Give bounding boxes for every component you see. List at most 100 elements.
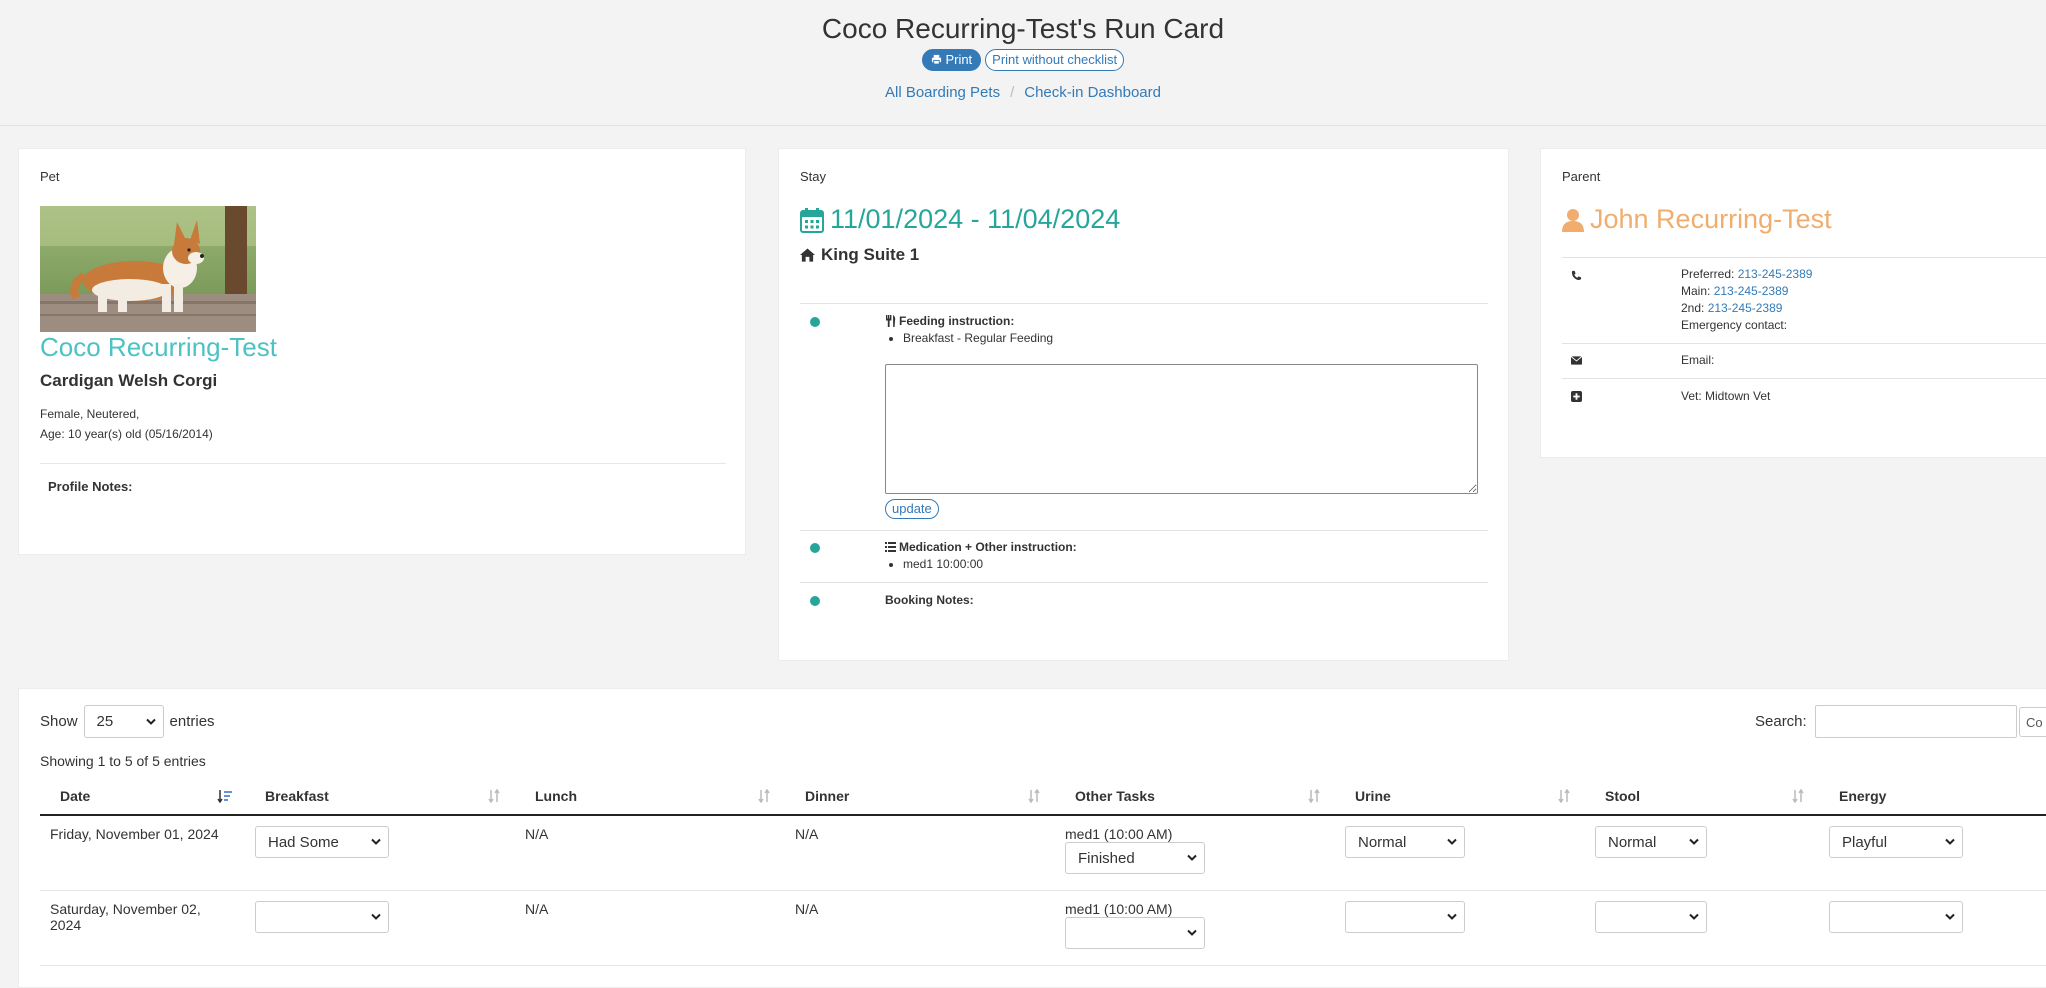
stool-select[interactable] <box>1595 900 1707 933</box>
sort-icon <box>1308 788 1320 803</box>
home-icon <box>800 248 815 262</box>
stay-section-label: Stay <box>800 169 827 184</box>
sort-icon <box>758 788 770 803</box>
print-button[interactable]: Print <box>921 49 982 71</box>
breadcrumb-checkin-dashboard[interactable]: Check-in Dashboard <box>1024 84 1161 101</box>
urine-cell: Normal <box>1335 815 1585 891</box>
user-icon <box>1562 208 1584 232</box>
column-header-energy[interactable]: Energy <box>1819 777 2046 816</box>
copy-button[interactable]: Co <box>2019 707 2046 737</box>
urine-select[interactable] <box>1345 900 1465 933</box>
emergency-contact-row: Emergency contact: <box>1681 318 1788 332</box>
pet-card: Pet Coco Recurring-Test Cardigan Welsh C… <box>18 148 746 555</box>
page-title: Coco Recurring-Test's Run Card <box>821 13 1225 44</box>
dinner-cell: N/A <box>785 890 1055 966</box>
main-phone-link[interactable]: 213-245-2389 <box>1714 284 1789 298</box>
medication-status-dot <box>810 543 820 553</box>
divider <box>800 582 1488 583</box>
stool-select[interactable]: Normal <box>1595 826 1707 858</box>
energy-cell <box>1819 890 2046 966</box>
divider <box>1562 343 2046 344</box>
vet-row: Vet: Midtown Vet <box>1681 389 1771 403</box>
urine-select[interactable]: Normal <box>1345 826 1465 858</box>
divider <box>1562 257 2046 258</box>
breadcrumb: All Boarding Pets / Check-in Dashboard <box>0 84 2046 101</box>
calendar-icon <box>800 207 824 233</box>
task-status-select[interactable]: Finished <box>1065 842 1205 874</box>
parent-section-label: Parent <box>1562 169 1601 184</box>
column-header-urine[interactable]: Urine <box>1335 777 1585 816</box>
print-without-checklist-button[interactable]: Print without checklist <box>985 49 1125 71</box>
medication-list: med1 10:00:00 <box>885 557 983 571</box>
medication-instruction-title: Medication + Other instruction: <box>885 540 1077 554</box>
sort-icon <box>488 788 500 803</box>
daily-log-card: Show 25 entries Search: Co Showing 1 to … <box>18 688 2046 988</box>
update-button[interactable]: update <box>885 499 939 519</box>
column-header-other-tasks[interactable]: Other Tasks <box>1055 777 1335 816</box>
preferred-phone-link[interactable]: 213-245-2389 <box>1738 267 1813 281</box>
phone-icon <box>1569 268 1583 282</box>
booking-notes-label: Booking Notes: <box>885 593 974 607</box>
feeding-status-dot <box>810 317 820 327</box>
table-row: Saturday, November 02, 2024 N/A N/A med1… <box>40 890 2046 966</box>
energy-select[interactable]: Playful <box>1829 826 1963 858</box>
utensils-icon <box>886 315 896 327</box>
search-input[interactable] <box>1814 705 2017 738</box>
breakfast-select[interactable] <box>255 900 389 933</box>
divider <box>1562 378 2046 379</box>
energy-select[interactable] <box>1829 900 1963 933</box>
table-row: Friday, November 01, 2024 Had Some N/A N… <box>40 815 2046 891</box>
table-header-row: Date Breakfast Lunch Dinner Other Tasks … <box>40 777 2046 816</box>
task-label: med1 (10:00 AM) <box>1065 826 1173 842</box>
print-label: Print <box>945 52 973 67</box>
pet-breed: Cardigan Welsh Corgi <box>40 371 218 390</box>
list-item: med1 10:00:00 <box>903 557 983 571</box>
booking-status-dot <box>810 596 820 606</box>
energy-cell: Playful <box>1819 815 2046 891</box>
stool-cell <box>1585 890 1819 966</box>
stay-dates: 11/01/2024 - 11/04/2024 <box>800 204 1120 235</box>
column-header-stool[interactable]: Stool <box>1585 777 1819 816</box>
column-header-lunch[interactable]: Lunch <box>515 777 785 816</box>
parent-name: John Recurring-Test <box>1562 204 1832 235</box>
sort-icon <box>1558 788 1570 803</box>
breadcrumb-separator: / <box>1010 84 1015 101</box>
breakfast-select[interactable]: Had Some <box>255 826 389 858</box>
dinner-cell: N/A <box>785 815 1055 891</box>
second-phone-row: 2nd: 213-245-2389 <box>1681 301 1783 315</box>
sort-icon <box>1792 788 1804 803</box>
print-actions: Print Print without checklist <box>0 49 2046 71</box>
table-search: Search: <box>1755 705 2017 738</box>
list-item: Breakfast - Regular Feeding <box>903 331 1053 345</box>
room-name: King Suite 1 <box>821 245 920 264</box>
column-header-dinner[interactable]: Dinner <box>785 777 1055 816</box>
breakfast-cell: Had Some <box>245 815 515 891</box>
pet-details: Female, Neutered, Age: 10 year(s) old (0… <box>40 404 213 444</box>
column-header-breakfast[interactable]: Breakfast <box>245 777 515 816</box>
daily-log-table: Date Breakfast Lunch Dinner Other Tasks … <box>40 777 2046 966</box>
urine-cell <box>1335 890 1585 966</box>
parent-name-text[interactable]: John Recurring-Test <box>1590 204 1832 235</box>
stool-cell: Normal <box>1585 815 1819 891</box>
print-icon <box>931 54 941 65</box>
breadcrumb-all-boarding-pets[interactable]: All Boarding Pets <box>885 84 1000 101</box>
date-cell: Friday, November 01, 2024 <box>40 815 245 891</box>
profile-notes-label: Profile Notes: <box>48 479 133 494</box>
task-status-select[interactable] <box>1065 916 1205 949</box>
divider <box>800 530 1488 531</box>
stay-date-range: 11/01/2024 - 11/04/2024 <box>830 204 1121 234</box>
page-length-control: Show 25 entries <box>40 705 215 738</box>
stay-room: King Suite 1 <box>800 245 919 265</box>
email-row: Email: <box>1681 353 1715 367</box>
lunch-cell: N/A <box>515 815 785 891</box>
feeding-notes-textarea[interactable] <box>885 364 1478 494</box>
page-length-select[interactable]: 25 <box>83 705 164 738</box>
task-label: med1 (10:00 AM) <box>1065 900 1173 917</box>
second-phone-link[interactable]: 213-245-2389 <box>1708 301 1783 315</box>
page-header: Coco Recurring-Test's Run Card Print Pri… <box>0 0 2046 126</box>
divider <box>40 463 726 464</box>
column-header-date[interactable]: Date <box>40 777 245 816</box>
pet-photo <box>40 206 256 332</box>
pet-name[interactable]: Coco Recurring-Test <box>40 332 277 363</box>
vet-medkit-icon <box>1569 389 1583 403</box>
